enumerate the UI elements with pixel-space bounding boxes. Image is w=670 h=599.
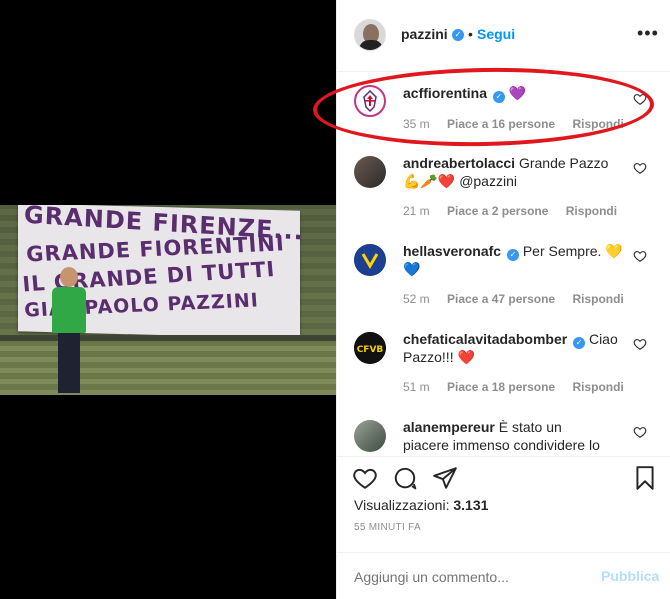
publish-button[interactable]: Pubblica [601,568,659,584]
comment-mention[interactable]: @pazzini [459,173,517,189]
comment-emoji: 💙 [403,261,421,277]
like-comment-heart-icon[interactable] [633,337,647,351]
like-comment-heart-icon[interactable] [633,161,647,175]
comment-body: È stato un [498,419,562,435]
post-media: GRANDE FIRENZE... GRANDE FIORENTINI IL G… [0,0,336,599]
comment-likes[interactable]: Piace a 47 persone [447,292,555,306]
reply-button[interactable]: Rispondi [566,204,617,218]
comment-time[interactable]: 52 m [403,292,430,306]
more-options-icon[interactable]: ••• [637,24,659,42]
follow-button[interactable]: Segui [477,26,515,42]
comment-meta: 51 m Piace a 18 persone Rispondi [403,380,638,394]
hellasveronafc-avatar[interactable] [354,244,386,276]
hellas-verona-logo-icon [354,244,386,276]
comment-time[interactable]: 21 m [403,204,430,218]
verified-icon: ✓ [452,29,464,41]
comment-text: andreabertolacci Grande Pazzo 💪🥕❤️ @pazz… [403,154,633,190]
views-label: Visualizzazioni: [354,497,450,513]
chefaticalavitadabomber-avatar[interactable]: CFVB [354,332,386,364]
author-avatar[interactable] [354,19,386,51]
comment-body: Pazzo!!! [403,349,454,365]
views-count[interactable]: Visualizzazioni: 3.131 [354,497,488,513]
add-comment-bar: Pubblica [337,552,670,599]
comment-emoji: ❤️ [457,349,475,365]
like-heart-icon[interactable] [352,465,378,491]
comment-likes[interactable]: Piace a 18 persone [447,380,555,394]
verified-icon: ✓ [506,249,519,261]
svg-text:CFVB: CFVB [357,345,384,355]
comment-body: Ciao [588,331,618,347]
comment-emoji: 💛 [605,243,623,259]
comment-time[interactable]: 51 m [403,380,430,394]
reply-button[interactable]: Rispondi [572,380,623,394]
comment-meta: 21 m Piace a 2 persone Rispondi [403,204,631,218]
comment-body: piacere immenso condividere lo [403,437,600,453]
comment-username[interactable]: alanempereur [403,419,495,435]
cfvb-logo-icon: CFVB [354,332,386,364]
share-send-icon[interactable] [432,465,458,491]
alanempereur-avatar[interactable] [354,420,386,452]
video-player[interactable]: GRANDE FIRENZE... GRANDE FIORENTINI IL G… [0,205,336,395]
comment-likes[interactable]: Piace a 2 persone [447,204,548,218]
comment-username[interactable]: chefaticalavitadabomber [403,331,567,347]
steward-figure [52,267,88,395]
comment-input[interactable] [354,567,584,587]
comment-text: alanempereur È stato un piacere immenso … [403,418,633,454]
comment-username[interactable]: hellasveronafc [403,243,501,259]
like-comment-heart-icon[interactable] [633,425,647,439]
author-username[interactable]: pazzini [401,26,448,42]
post-actions: Visualizzazioni: 3.131 55 MINUTI FA Pubb… [337,456,670,599]
comment-username[interactable]: andreabertolacci [403,155,515,171]
dot-separator: • [468,26,473,42]
comment-body: Per Sempre. [522,243,602,259]
comment-text: chefaticalavitadabomber ✓ Ciao Pazzo!!! … [403,330,633,366]
andreabertolacci-avatar[interactable] [354,156,386,188]
comment-bubble-icon[interactable] [392,465,418,491]
post-header: pazzini ✓ • Segui ••• [337,0,670,72]
comment-body: Grande Pazzo [518,155,609,171]
stadium-steps [0,341,336,395]
like-comment-heart-icon[interactable] [633,249,647,263]
comment-emoji: 💪🥕❤️ [403,173,456,189]
reply-button[interactable]: Rispondi [572,292,623,306]
verified-icon: ✓ [573,337,586,349]
comment-text: hellasveronafc ✓ Per Sempre. 💛 💙 [403,242,633,278]
post-timestamp: 55 MINUTI FA [354,522,421,533]
save-bookmark-icon[interactable] [632,465,658,491]
views-number: 3.131 [453,497,489,513]
comment-meta: 52 m Piace a 47 persone Rispondi [403,292,638,306]
